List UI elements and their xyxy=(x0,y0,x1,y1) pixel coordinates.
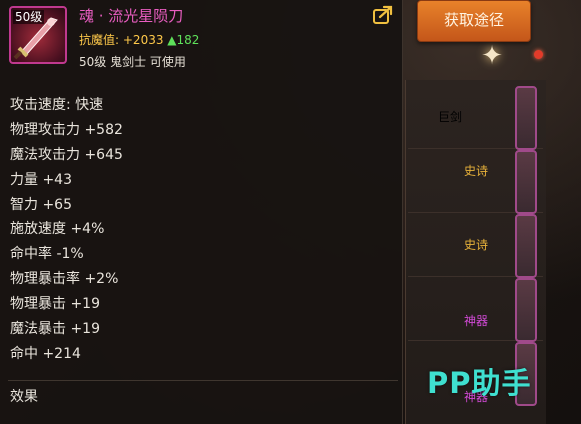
stat-line: 魔法攻击力 +645 xyxy=(10,146,123,163)
watermark-logo: PP助手 xyxy=(427,366,532,400)
resist-row: 抗魔值: +2033 ▲182 xyxy=(79,31,199,48)
level-badge: 50级 xyxy=(13,10,45,24)
sword-icon: 50级 xyxy=(9,6,67,64)
stat-line: 攻击速度: 快速 xyxy=(10,97,104,113)
divider xyxy=(8,380,398,381)
inventory-row-label: 巨剑 xyxy=(438,110,463,124)
item-name: 魂 · 流光星陨刀 xyxy=(79,7,184,25)
requirement-text: 50级 鬼剑士 可使用 xyxy=(79,55,186,69)
share-icon[interactable] xyxy=(372,4,394,26)
item-tooltip: 50级 魂 · 流光星陨刀 抗魔值: +2033 ▲182 50级 鬼剑士 可使… xyxy=(0,0,403,424)
item-thumbnail xyxy=(515,214,537,278)
inventory-row[interactable]: 神器 xyxy=(408,276,543,342)
get-source-button[interactable]: 获取途径 xyxy=(417,0,531,42)
stat-line: 命中率 -1% xyxy=(10,246,84,263)
notification-dot xyxy=(534,50,543,59)
stat-line: 魔法暴击 +19 xyxy=(10,321,100,338)
resist-diff: ▲182 xyxy=(167,33,200,47)
inventory-row-label: 史诗 xyxy=(464,238,489,252)
stat-line: 智力 +65 xyxy=(10,196,72,213)
inventory-row[interactable]: 史诗 xyxy=(408,148,543,214)
inventory-row[interactable]: 巨剑 xyxy=(408,84,543,150)
stat-line: 物理攻击力 +582 xyxy=(10,121,123,138)
stat-line: 物理暴击 +19 xyxy=(10,296,100,313)
inventory-row[interactable]: 史诗 xyxy=(408,212,543,278)
resist-value: +2033 xyxy=(122,33,164,47)
stat-line: 物理暴击率 +2% xyxy=(10,271,119,288)
stat-line: 力量 +43 xyxy=(10,171,72,188)
item-thumbnail xyxy=(515,86,537,150)
sparkle-icon: ✦ xyxy=(481,41,503,71)
stat-line: 命中 +214 xyxy=(10,345,81,362)
inventory-row-label: 神器 xyxy=(464,314,489,328)
resist-label: 抗魔值: xyxy=(79,33,120,47)
effect-heading: 效果 xyxy=(10,389,38,405)
stat-list: 攻击速度: 快速 物理攻击力 +582 魔法攻击力 +645 力量 +43 智力… xyxy=(10,93,123,367)
item-thumbnail xyxy=(515,150,537,214)
stat-line: 施放速度 +4% xyxy=(10,221,105,238)
item-thumbnail xyxy=(515,278,537,342)
inventory-row-label: 史诗 xyxy=(464,164,489,178)
